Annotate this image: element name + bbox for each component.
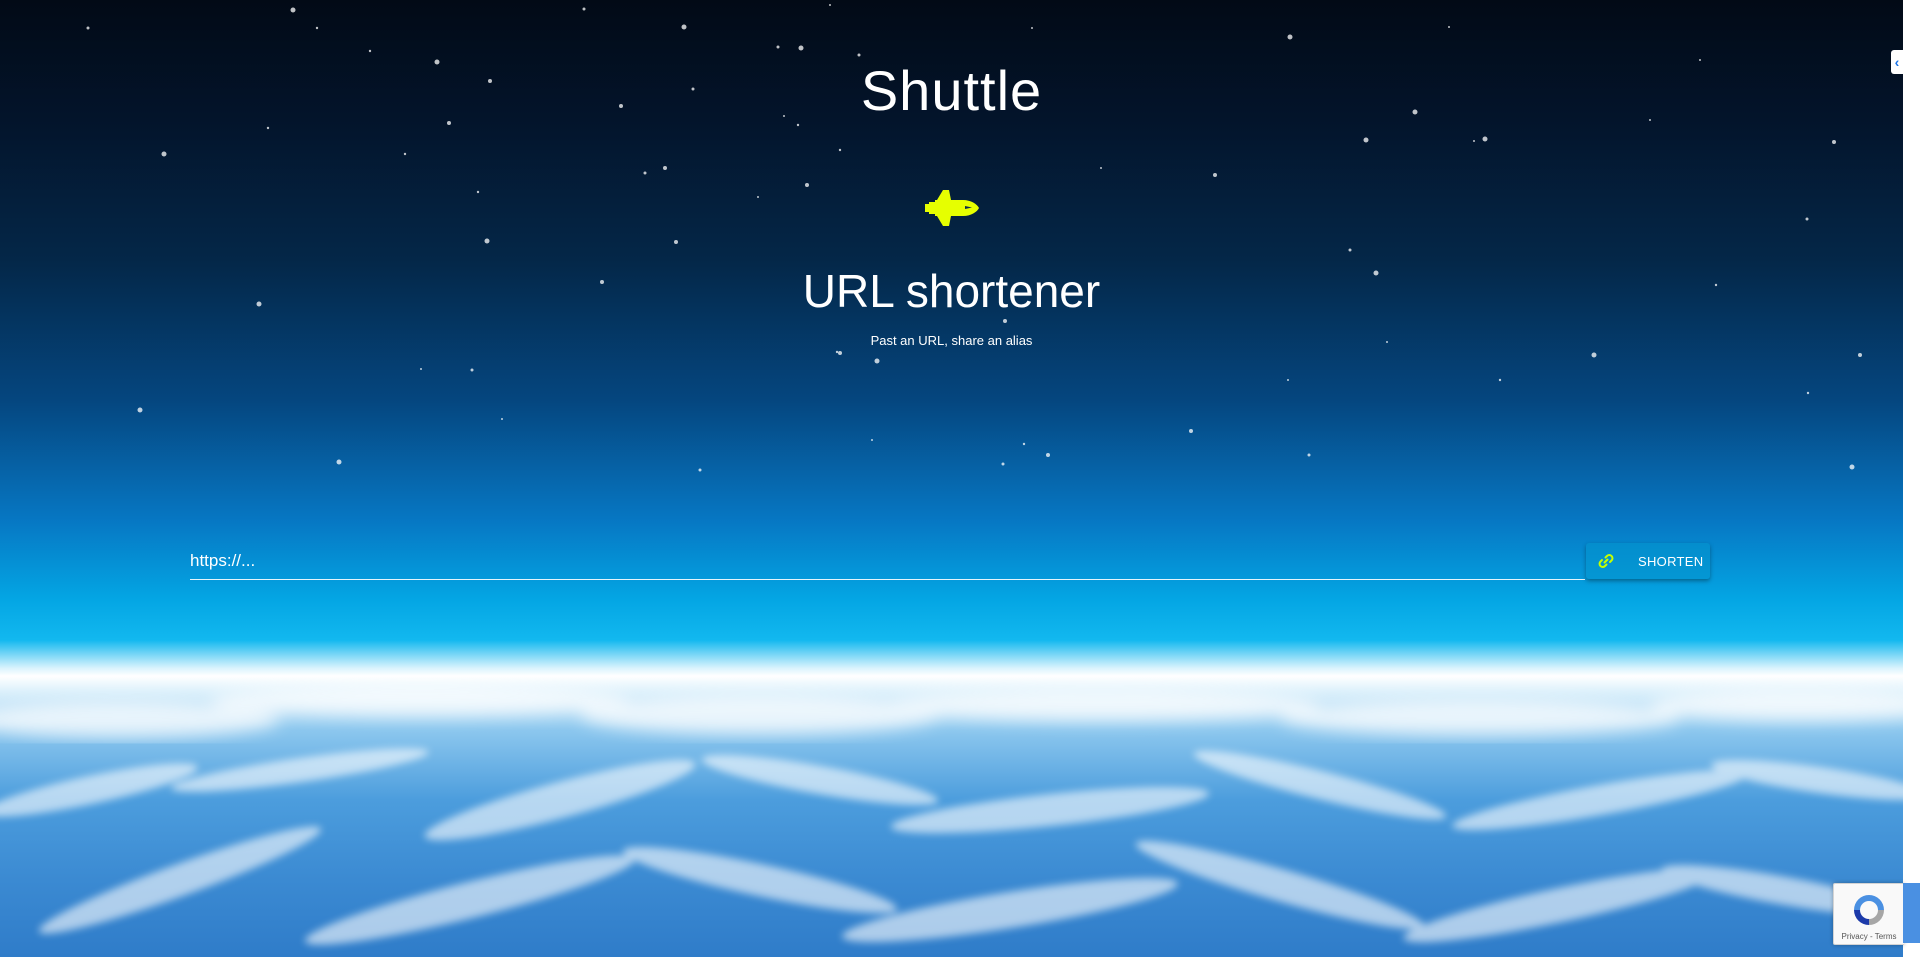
url-input[interactable] [190, 543, 1585, 580]
app-title: Shuttle [860, 59, 1043, 122]
shorten-button[interactable]: SHORTEN [1586, 543, 1710, 579]
shorten-form: SHORTEN [190, 543, 1710, 581]
page-subtitle: URL shortener [802, 265, 1101, 317]
recaptcha-icon [1854, 895, 1884, 925]
page-scrollbar[interactable] [1903, 0, 1920, 957]
space-shuttle-icon [925, 190, 979, 226]
recaptcha-badge[interactable]: Privacy - Terms [1833, 883, 1904, 945]
tagline: Past an URL, share an alias [870, 333, 1033, 348]
page: ‹ Shuttle URL shortener Past an URL, sha… [0, 0, 1920, 957]
recaptcha-links[interactable]: Privacy - Terms [1834, 932, 1904, 941]
shorten-button-label: SHORTEN [1638, 553, 1704, 569]
recaptcha-tab [1903, 883, 1920, 943]
link-icon [1598, 554, 1614, 568]
